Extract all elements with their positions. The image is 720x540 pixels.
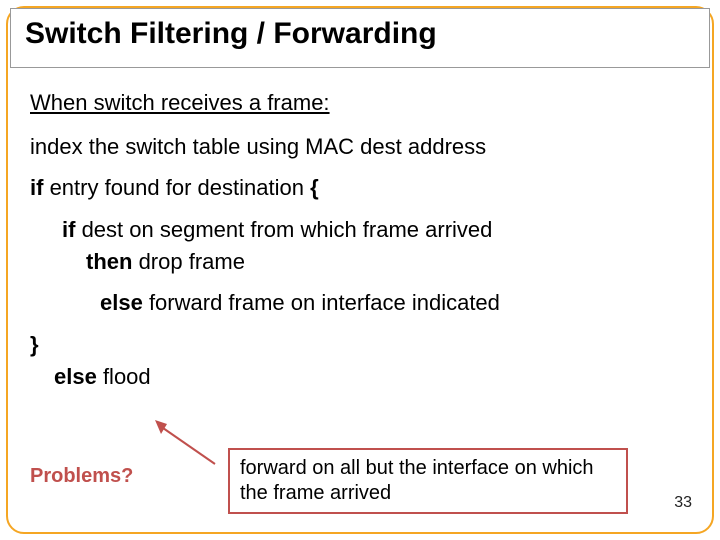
txt-then: drop frame (132, 249, 245, 274)
line-then: then drop frame (86, 247, 690, 277)
line-close: } (30, 330, 690, 360)
page-number: 33 (674, 494, 692, 512)
txt-if-dest: dest on segment from which frame arrived (75, 217, 492, 242)
line-else-flood: else flood (54, 362, 690, 392)
line-index: index the switch table using MAC dest ad… (30, 132, 690, 162)
txt-if-entry: entry found for destination (43, 175, 310, 200)
txt-else-forward: forward frame on interface indicated (143, 290, 500, 315)
kw-else2: else (54, 364, 97, 389)
kw-then: then (86, 249, 132, 274)
callout-box: forward on all but the interface on whic… (228, 448, 628, 514)
problems-label: Problems? (30, 465, 133, 488)
line-if-dest: if dest on segment from which frame arri… (62, 215, 690, 245)
kw-else1: else (100, 290, 143, 315)
title-box: Switch Filtering / Forwarding (10, 8, 710, 68)
slide-title: Switch Filtering / Forwarding (25, 17, 695, 51)
kw-if: if (30, 175, 43, 200)
sub-heading: When switch receives a frame: (30, 88, 690, 118)
txt-flood: flood (97, 364, 151, 389)
content-area: When switch receives a frame: index the … (30, 88, 690, 404)
brace-open: { (310, 175, 319, 200)
brace-close: } (30, 332, 39, 357)
kw-if2: if (62, 217, 75, 242)
line-else-forward: else forward frame on interface indicate… (100, 288, 690, 318)
callout-text: forward on all but the interface on whic… (240, 457, 594, 504)
line-if-entry: if entry found for destination { (30, 173, 690, 203)
